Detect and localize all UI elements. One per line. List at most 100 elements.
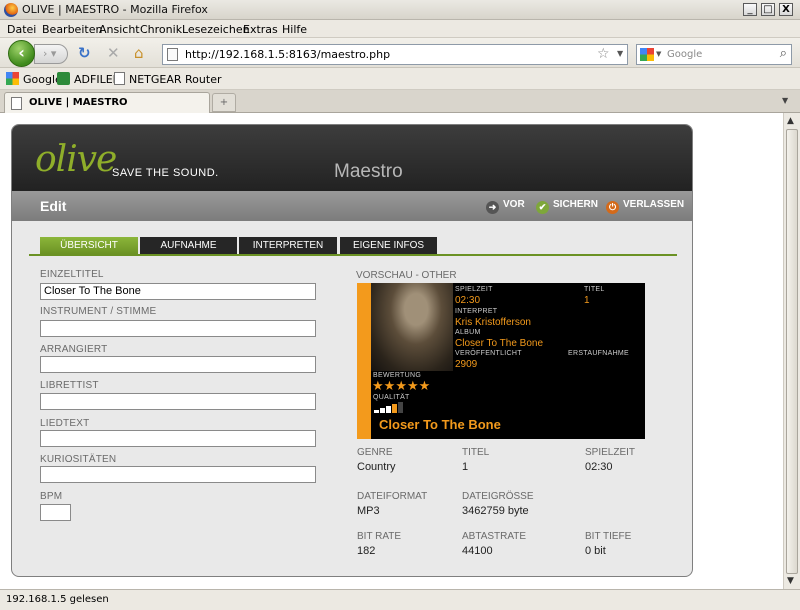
menu-bearbeiten[interactable]: Bearbeiten	[42, 23, 102, 36]
menu-bar: Datei Bearbeiten Ansicht Chronik Lesezei…	[0, 20, 800, 38]
preview-card: SPIELZEIT 02:30 TITEL 1 INTERPRET Kris K…	[357, 283, 645, 439]
search-engine-dropdown-icon[interactable]: ▼	[656, 50, 661, 58]
page-icon	[11, 97, 22, 110]
page-icon	[114, 72, 125, 85]
dateigroesse-value: 3462759 byte	[462, 505, 529, 517]
menu-chronik[interactable]: Chronik	[140, 23, 182, 36]
search-bar[interactable]: ▼ Google ⌕	[636, 44, 792, 65]
browser-tab-strip: OLIVE | MAESTRO + ▼	[0, 90, 800, 113]
checkmark-icon: ✔	[536, 201, 549, 214]
menu-hilfe[interactable]: Hilfe	[282, 23, 307, 36]
edit-toolbar: Edit ➜ VOR ✔ SICHERN ⏻ VERLASSEN	[12, 191, 692, 221]
google-icon[interactable]	[640, 48, 654, 61]
exit-icon: ⏻	[606, 201, 619, 214]
scroll-thumb[interactable]	[786, 129, 798, 574]
titel-value: 1	[462, 461, 469, 473]
app-header: olive SAVE THE SOUND. Maestro	[12, 125, 692, 191]
exit-button[interactable]: ⏻ VERLASSEN	[606, 199, 684, 214]
bitrate-label: BIT RATE	[357, 531, 402, 542]
bookmark-google[interactable]: Google	[6, 72, 62, 86]
genre-value: Country	[357, 461, 396, 473]
arrow-icon: ➜	[486, 201, 499, 214]
window-titlebar: OLIVE | MAESTRO - Mozilla Firefox _ □ X	[0, 0, 800, 20]
dateigroesse-label: DATEIGRÖSSE	[462, 491, 534, 502]
quality-bar	[398, 402, 403, 413]
forward-button[interactable]: › ▾	[34, 44, 68, 64]
home-icon[interactable]: ⌂	[134, 46, 144, 61]
abtastrate-value: 44100	[462, 545, 493, 557]
close-button[interactable]: X	[779, 3, 793, 16]
quality-bar	[374, 410, 379, 413]
scroll-down-icon[interactable]: ▼	[787, 576, 794, 586]
menu-lesezeichen[interactable]: Lesezeichen	[182, 23, 250, 36]
bookmark-netgear[interactable]: NETGEAR Router	[114, 72, 222, 86]
bpm-label: BPM	[40, 491, 63, 502]
list-all-tabs-icon[interactable]: ▼	[782, 96, 788, 105]
tab-interpreten[interactable]: INTERPRETEN	[239, 237, 337, 254]
star-icon: ★	[395, 379, 407, 394]
liedtext-label: LIEDTEXT	[40, 418, 90, 429]
bookmark-adfiler[interactable]: ADFILER	[57, 72, 120, 86]
navigation-toolbar: › ▾ ‹ ↻ ✕ ⌂ http://192.168.1.5:8163/maes…	[0, 38, 800, 68]
menu-ansicht[interactable]: Ansicht	[99, 23, 140, 36]
rating-stars: ★★★★★	[372, 379, 430, 394]
save-button[interactable]: ✔ SICHERN	[536, 199, 598, 214]
bookmarks-bar: Google ADFILER NETGEAR Router	[0, 68, 800, 90]
arrangiert-input[interactable]	[40, 356, 316, 373]
preview-heading: VORSCHAU - OTHER	[356, 270, 457, 281]
quality-bars	[374, 402, 404, 413]
url-dropdown-icon[interactable]: ▼	[617, 49, 623, 58]
bookmark-star-icon[interactable]: ☆	[597, 46, 610, 62]
scroll-up-icon[interactable]: ▲	[787, 116, 794, 126]
tab-underline	[29, 254, 677, 256]
preview-titel: 1	[584, 295, 590, 306]
album-cover	[371, 283, 453, 371]
preview-album: Closer To The Bone	[455, 338, 544, 349]
url-bar[interactable]: http://192.168.1.5:8163/maestro.php ☆ ▼	[162, 44, 628, 65]
tab-aufnahme[interactable]: AUFNAHME	[140, 237, 237, 254]
tab-uebersicht[interactable]: ÜBERSICHT	[40, 237, 138, 254]
page-icon	[167, 48, 178, 61]
preview-interpret: Kris Kristofferson	[455, 317, 531, 328]
star-icon: ★	[406, 379, 419, 394]
liedtext-input[interactable]	[40, 430, 316, 447]
url-text[interactable]: http://192.168.1.5:8163/maestro.php	[185, 48, 390, 61]
quality-bar	[386, 406, 391, 413]
window-title: OLIVE | MAESTRO - Mozilla Firefox	[22, 3, 208, 16]
browser-tab[interactable]: OLIVE | MAESTRO	[4, 92, 210, 113]
dateiformat-value: MP3	[357, 505, 380, 517]
instrument-input[interactable]	[40, 320, 316, 337]
search-icon[interactable]: ⌕	[780, 46, 787, 61]
librettist-input[interactable]	[40, 393, 316, 410]
einzeltitel-label: EINZELTITEL	[40, 269, 104, 280]
bittiefe-label: BIT TIEFE	[585, 531, 632, 542]
search-input[interactable]: Google	[667, 49, 702, 60]
status-text: 192.168.1.5 gelesen	[6, 594, 109, 605]
preview-qualitaet-label: QUALITÄT	[373, 394, 410, 401]
adfiler-icon	[57, 72, 70, 85]
spielzeit-value: 02:30	[585, 461, 613, 473]
preview-bewertung-label: BEWERTUNG	[373, 372, 422, 379]
minimize-button[interactable]: _	[743, 3, 757, 16]
prev-button[interactable]: ➜ VOR	[486, 199, 525, 214]
maximize-button[interactable]: □	[761, 3, 775, 16]
kuriositaeten-input[interactable]	[40, 466, 316, 483]
einzeltitel-input[interactable]: Closer To The Bone	[40, 283, 316, 300]
stop-icon[interactable]: ✕	[107, 46, 120, 61]
tab-eigene-infos[interactable]: EIGENE INFOS	[340, 237, 437, 254]
back-button[interactable]: ‹	[8, 40, 35, 67]
genre-label: GENRE	[357, 447, 393, 458]
preview-veroeffentlicht-label: VERÖFFENTLICHT	[455, 350, 522, 357]
bitrate-value: 182	[357, 545, 376, 557]
preview-big-title: Closer To The Bone	[379, 417, 501, 432]
reload-icon[interactable]: ↻	[78, 46, 91, 61]
new-tab-button[interactable]: +	[212, 93, 236, 112]
menu-extras[interactable]: Extras	[243, 23, 278, 36]
menu-datei[interactable]: Datei	[7, 23, 36, 36]
bpm-input[interactable]	[40, 504, 71, 521]
dateiformat-label: DATEIFORMAT	[357, 491, 428, 502]
preview-veroeffentlicht: 2909	[455, 359, 478, 370]
preview-erstaufnahme-label: ERSTAUFNAHME	[568, 350, 630, 357]
quality-bar	[392, 404, 397, 413]
vertical-scrollbar[interactable]: ▲ ▼	[783, 113, 800, 589]
